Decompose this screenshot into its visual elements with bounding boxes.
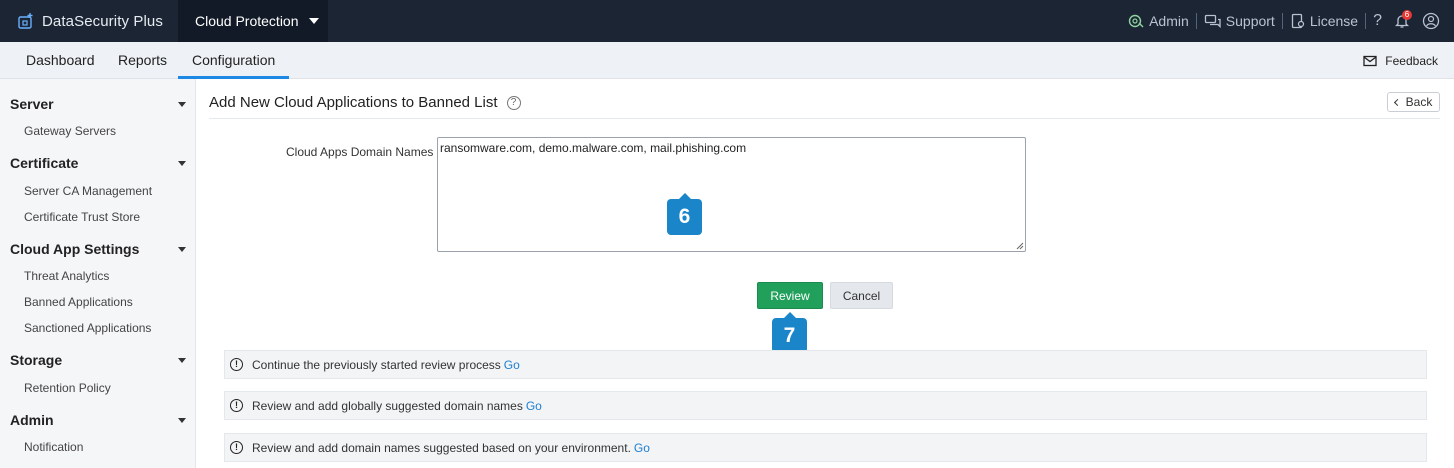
caret-down-icon — [178, 358, 186, 363]
cancel-button[interactable]: Cancel — [830, 282, 893, 309]
support-label: Support — [1225, 13, 1275, 29]
caret-down-icon — [308, 18, 319, 24]
notification-badge: 6 — [1402, 10, 1412, 20]
user-account[interactable] — [1415, 12, 1444, 30]
tab-dashboard[interactable]: Dashboard — [26, 42, 95, 79]
back-label: Back — [1405, 95, 1433, 109]
sidebar-item-notification[interactable]: Notification — [24, 440, 83, 454]
info-text: Continue the previously started review p… — [252, 357, 501, 372]
step-marker-7: 7 — [772, 312, 807, 353]
brand[interactable]: DataSecurity Plus — [0, 0, 178, 42]
sidebar-item-server-ca-management[interactable]: Server CA Management — [24, 184, 152, 198]
sidebar-section-cloud-app-settings[interactable]: Cloud App Settings — [10, 241, 186, 257]
step-marker-6: 6 — [667, 193, 702, 235]
review-button[interactable]: Review — [757, 282, 823, 309]
caret-down-icon — [178, 102, 186, 107]
product-switcher[interactable]: Cloud Protection — [178, 0, 328, 42]
help-link[interactable]: ? — [1366, 12, 1389, 30]
tab-configuration[interactable]: Configuration — [178, 42, 290, 79]
info-row-global-suggestions: ! Review and add globally suggested doma… — [224, 391, 1427, 420]
info-icon: ! — [230, 358, 243, 371]
sidebar-item-banned-applications[interactable]: Banned Applications — [24, 295, 133, 309]
step-notch — [678, 193, 691, 199]
mail-icon — [1363, 55, 1377, 66]
sidebar-section-storage[interactable]: Storage — [10, 352, 186, 368]
sidebar-item-certificate-trust-store[interactable]: Certificate Trust Store — [24, 210, 140, 224]
page-title: Add New Cloud Applications to Banned Lis… — [209, 94, 521, 111]
step-notch — [783, 312, 796, 318]
top-bar: DataSecurity Plus Cloud Protection Admin… — [0, 0, 1454, 42]
go-link[interactable]: Go — [504, 358, 520, 372]
help-question-icon: ? — [1373, 12, 1382, 29]
sidebar-item-sanctioned-applications[interactable]: Sanctioned Applications — [24, 321, 151, 335]
sidebar-section-server[interactable]: Server — [10, 96, 186, 112]
notifications[interactable]: 6 — [1389, 10, 1415, 29]
help-icon[interactable]: ? — [506, 95, 521, 110]
caret-down-icon — [178, 418, 186, 423]
sidebar: Server Gateway Servers Certificate Serve… — [0, 79, 196, 468]
feedback-label: Feedback — [1385, 53, 1438, 68]
info-icon: ! — [230, 441, 243, 454]
shield-lock-icon — [16, 11, 36, 31]
top-right-links: Admin Support License ? 6 — [1120, 0, 1444, 42]
support-link[interactable]: Support — [1197, 13, 1282, 29]
sidebar-section-label: Server — [10, 96, 54, 112]
resize-handle-icon[interactable] — [1015, 241, 1024, 250]
domain-names-input[interactable]: ransomware.com, demo.malware.com, mail.p… — [437, 137, 1026, 252]
info-row-environment-suggestions: ! Review and add domain names suggested … — [224, 433, 1427, 462]
sidebar-item-gateway-servers[interactable]: Gateway Servers — [24, 124, 116, 138]
admin-label: Admin — [1149, 13, 1189, 29]
chat-icon — [1204, 14, 1221, 29]
sidebar-section-admin[interactable]: Admin — [10, 412, 186, 428]
step-number: 6 — [678, 205, 691, 228]
tab-reports[interactable]: Reports — [118, 42, 167, 79]
feedback-link[interactable]: Feedback — [1363, 42, 1438, 79]
back-button[interactable]: Back — [1387, 92, 1440, 112]
brand-name: DataSecurity Plus — [42, 12, 163, 30]
domain-names-label: Cloud Apps Domain Names — [286, 145, 434, 159]
sidebar-section-certificate[interactable]: Certificate — [10, 155, 186, 171]
sidebar-item-threat-analytics[interactable]: Threat Analytics — [24, 269, 109, 283]
sidebar-section-label: Admin — [10, 412, 54, 428]
sidebar-section-label: Storage — [10, 352, 63, 368]
info-text: Review and add globally suggested domain… — [252, 398, 523, 413]
tab-bar: Dashboard Reports Configuration Feedback — [0, 42, 1454, 79]
info-text: Review and add domain names suggested ba… — [252, 440, 631, 455]
user-avatar-icon — [1422, 12, 1440, 30]
page-title-text: Add New Cloud Applications to Banned Lis… — [209, 94, 498, 111]
sidebar-section-label: Certificate — [10, 155, 79, 171]
sidebar-section-label: Cloud App Settings — [10, 241, 140, 257]
step-number: 7 — [783, 324, 796, 347]
caret-down-icon — [178, 247, 186, 252]
admin-link[interactable]: Admin — [1120, 13, 1196, 29]
sidebar-item-retention-policy[interactable]: Retention Policy — [24, 381, 111, 395]
license-link[interactable]: License — [1283, 13, 1365, 29]
chevron-left-icon — [1393, 98, 1401, 107]
info-row-continue-review: ! Continue the previously started review… — [224, 350, 1427, 379]
divider — [209, 118, 1440, 119]
product-name: Cloud Protection — [195, 13, 299, 29]
license-label: License — [1309, 13, 1359, 29]
admin-gear-icon — [1128, 14, 1144, 28]
license-icon — [1291, 13, 1304, 29]
caret-down-icon — [178, 161, 186, 166]
info-icon: ! — [230, 399, 243, 412]
go-link[interactable]: Go — [634, 441, 650, 455]
go-link[interactable]: Go — [526, 399, 542, 413]
